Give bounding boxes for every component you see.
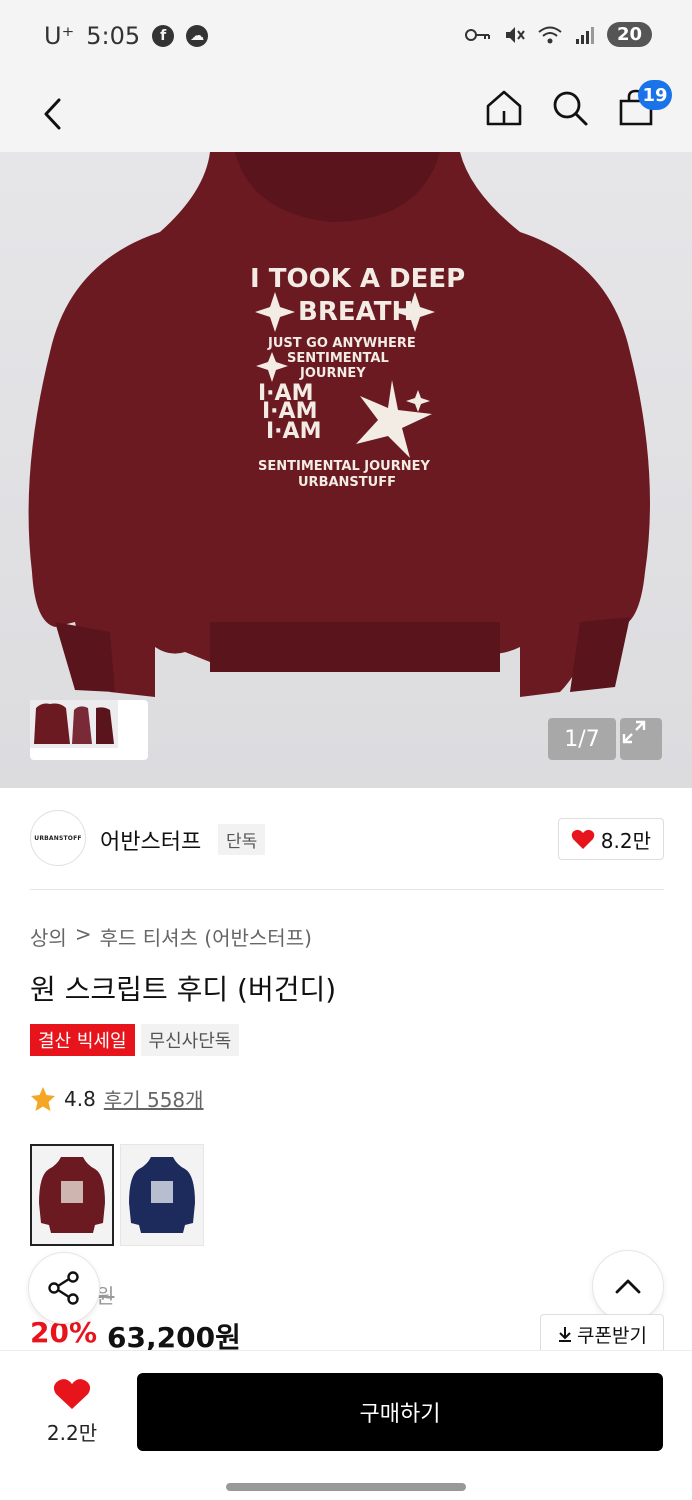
search-button[interactable]	[550, 84, 590, 132]
key-icon	[464, 28, 490, 41]
cart-count-badge: 19	[638, 80, 672, 110]
product-like-count: 2.2만	[46, 1421, 98, 1445]
expand-icon	[622, 720, 646, 744]
thumbnail-images	[30, 700, 118, 748]
print-line: JUST GO ANYWHERE	[267, 336, 416, 351]
image-counter: 1/7	[548, 718, 616, 760]
mute-icon	[505, 26, 525, 43]
print-line: URBANSTUFF	[298, 475, 396, 490]
brand-row: URBANSTOFF 어반스터프 단독 8.2만	[30, 810, 664, 868]
swatch-navy[interactable]	[120, 1144, 204, 1246]
status-bar: U⁺ 5:05 f ☁ 20	[0, 0, 692, 76]
status-left: U⁺ 5:05 f ☁	[44, 22, 209, 50]
share-button[interactable]	[28, 1252, 100, 1324]
heart-icon	[53, 1379, 91, 1409]
brand-like-count: 8.2만	[600, 828, 651, 853]
chevron-left-icon	[44, 98, 61, 130]
hoodie-back-image: I TOOK A DEEP BREATH JUST GO ANYWHERE SE…	[0, 152, 692, 788]
breadcrumb-category[interactable]: 상의	[30, 922, 67, 951]
carrier-label: U⁺	[44, 22, 75, 50]
wifi-icon	[538, 26, 562, 43]
star-icon	[31, 1086, 55, 1111]
breadcrumb: 상의 > 후드 티셔츠 (어반스터프)	[30, 922, 312, 951]
product-like-button[interactable]: 2.2만	[30, 1377, 114, 1446]
badges: 결산 빅세일 무신사단독	[30, 1024, 240, 1056]
home-indicator[interactable]	[226, 1483, 466, 1491]
exclusive-tag: 단독	[218, 824, 266, 855]
top-navigation: 19	[0, 76, 692, 232]
expand-image-button[interactable]	[620, 718, 662, 760]
thumbnail-strip[interactable]: ›	[30, 700, 148, 760]
section-divider	[30, 889, 664, 890]
download-icon	[559, 1327, 572, 1342]
breadcrumb-separator: >	[74, 922, 92, 946]
print-line: I·AM	[266, 419, 321, 444]
coupon-button[interactable]: 쿠폰받기	[540, 1314, 664, 1354]
heart-icon	[571, 829, 595, 849]
breadcrumb-subcategory[interactable]: 후드 티셔츠 (어반스터프)	[100, 922, 312, 951]
hoodie-navy-thumbnail	[129, 1157, 195, 1233]
signal-icon	[575, 26, 594, 44]
brand-logo-text: URBANSTOFF	[34, 834, 82, 842]
brand-like-button[interactable]: 8.2만	[557, 818, 664, 860]
exclusive-badge: 무신사단독	[140, 1024, 240, 1056]
home-button[interactable]	[484, 84, 524, 132]
facebook-icon: f	[152, 25, 175, 47]
search-icon	[553, 91, 588, 126]
cloud-icon: ☁	[186, 25, 209, 47]
home-icon	[486, 90, 522, 126]
cart-button[interactable]: 19	[616, 80, 672, 132]
brand-logo[interactable]: URBANSTOFF	[30, 810, 86, 866]
scroll-top-button[interactable]	[592, 1250, 664, 1322]
sale-badge: 결산 빅세일	[30, 1024, 135, 1056]
hoodie-burgundy-thumbnail	[39, 1157, 105, 1233]
print-line: SENTIMENTAL	[287, 351, 389, 366]
print-line: JOURNEY	[299, 366, 366, 381]
status-right: 20	[464, 22, 652, 47]
clock: 5:05	[86, 22, 141, 50]
rating-row: 4.8 후기 558개	[30, 1084, 204, 1113]
brand-name[interactable]: 어반스터프	[100, 824, 201, 856]
product-title: 원 스크립트 후디 (버건디)	[30, 973, 337, 1006]
print-line: SENTIMENTAL JOURNEY	[258, 459, 430, 474]
chevron-up-icon	[615, 1279, 641, 1294]
bottom-action-bar: 2.2만 구매하기	[0, 1350, 692, 1500]
coupon-label: 쿠폰받기	[577, 1324, 647, 1347]
color-swatches	[30, 1144, 204, 1246]
reviews-link[interactable]: 후기 558개	[104, 1084, 204, 1113]
rating-score: 4.8	[64, 1086, 96, 1111]
product-image-carousel[interactable]: I TOOK A DEEP BREATH JUST GO ANYWHERE SE…	[0, 152, 692, 788]
swatch-burgundy[interactable]	[30, 1144, 114, 1246]
battery-indicator: 20	[606, 22, 652, 47]
back-button[interactable]	[32, 88, 72, 140]
nav-actions: 19	[484, 80, 672, 132]
buy-button[interactable]: 구매하기	[137, 1373, 663, 1451]
print-line: I TOOK A DEEP	[250, 264, 465, 294]
share-icon	[48, 1271, 79, 1305]
